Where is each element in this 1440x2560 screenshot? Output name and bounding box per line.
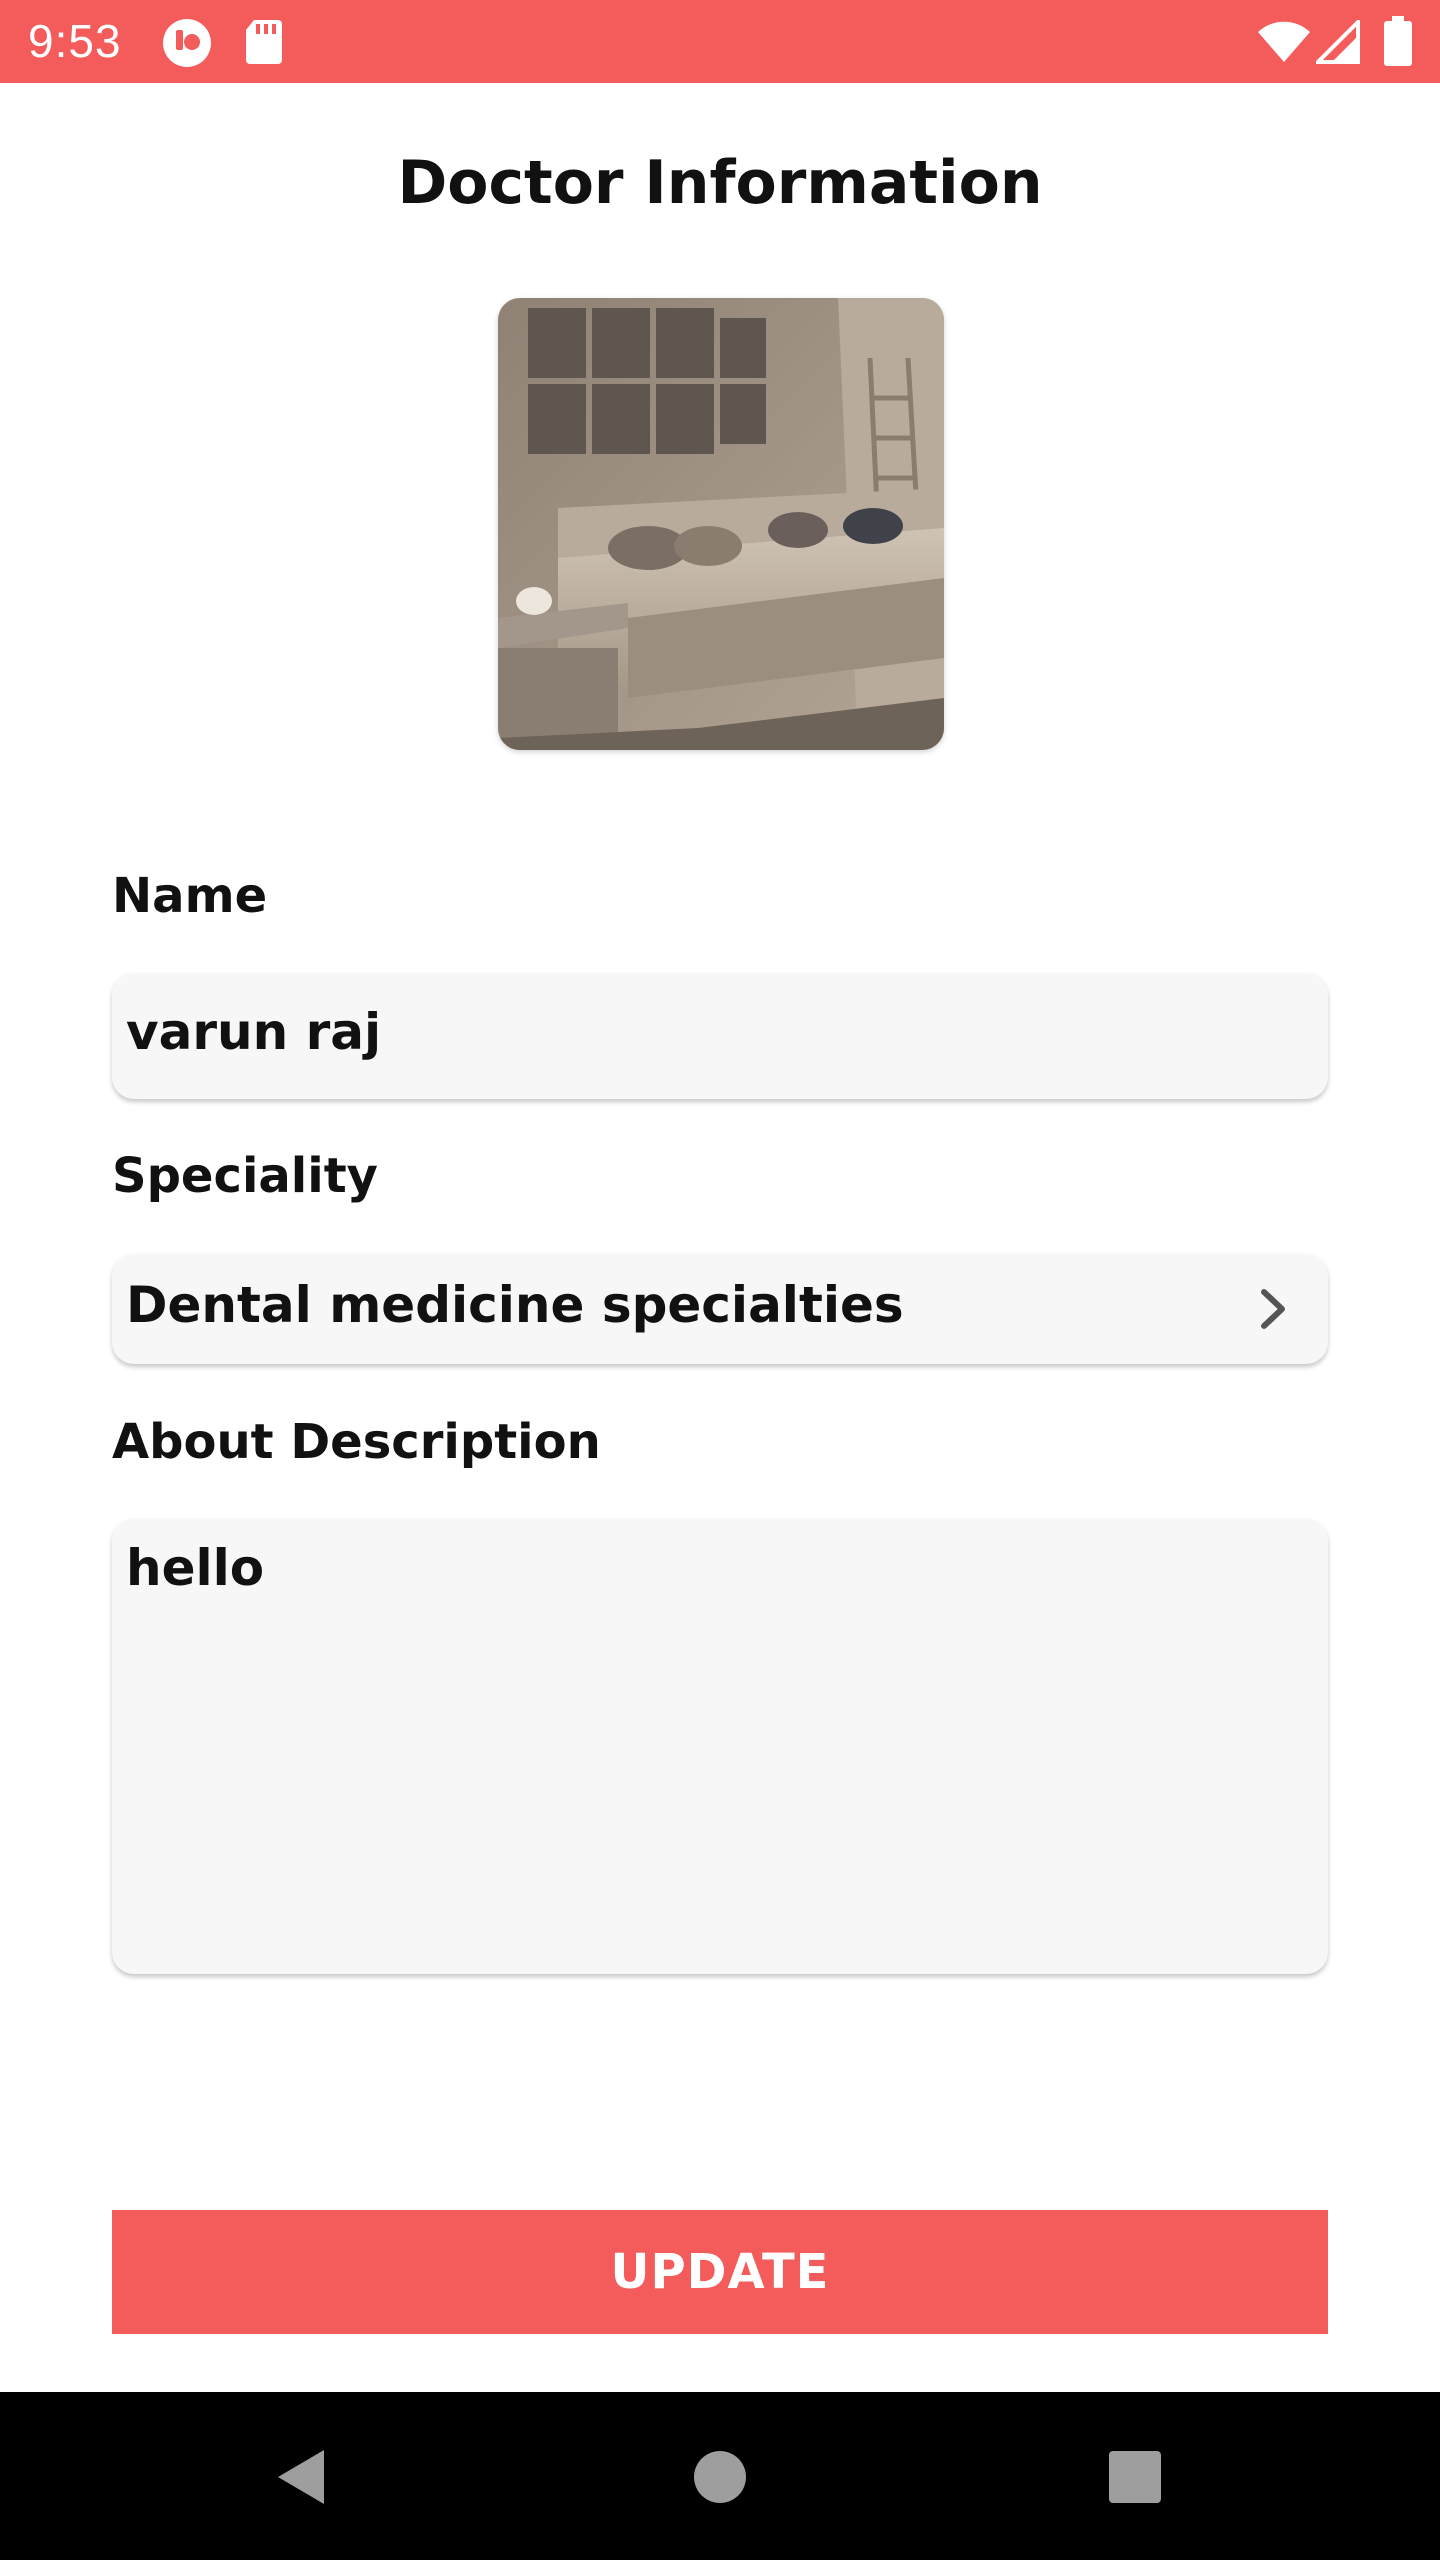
recents-icon[interactable]	[1100, 2442, 1170, 2512]
about-label: About Description	[112, 1414, 601, 1470]
update-button[interactable]: UPDATE	[112, 2210, 1328, 2334]
back-icon[interactable]	[266, 2442, 336, 2512]
navigation-bar	[0, 2392, 1440, 2560]
sd-card-icon	[244, 18, 284, 70]
app-notification-icon	[162, 18, 212, 72]
status-time: 9:53	[28, 15, 122, 67]
cellular-signal-icon	[1313, 17, 1360, 68]
about-description-field[interactable]: hello	[112, 1519, 1328, 1974]
page-title: Doctor Information	[397, 148, 1043, 218]
name-field[interactable]: varun raj	[112, 973, 1328, 1099]
speciality-selector[interactable]: Dental medicine specialties	[112, 1254, 1328, 1364]
about-value: hello	[126, 1539, 265, 1597]
speciality-label: Speciality	[112, 1148, 378, 1204]
wifi-icon	[1256, 20, 1312, 68]
battery-icon	[1384, 16, 1412, 70]
home-icon[interactable]	[685, 2442, 755, 2512]
chevron-right-icon	[1248, 1284, 1298, 1334]
name-value: varun raj	[126, 1003, 382, 1061]
name-label: Name	[112, 868, 268, 924]
speciality-value: Dental medicine specialties	[126, 1276, 904, 1334]
profile-photo[interactable]	[498, 298, 944, 750]
status-bar: 9:53	[0, 0, 1440, 83]
